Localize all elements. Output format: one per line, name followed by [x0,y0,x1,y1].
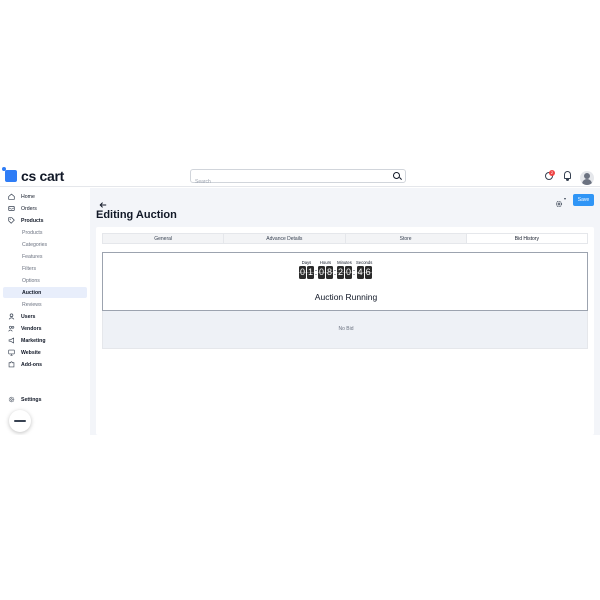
sidebar-item-label: Orders [21,205,37,212]
page-title: Editing Auction [96,209,177,221]
tag-icon [8,217,15,224]
sidebar-item-label: Users [21,313,36,320]
sidebar-subitem-filters[interactable]: Filters [3,263,87,274]
sidebar-item-label: Home [21,193,35,200]
sidebar-item-home[interactable]: Home [3,191,87,202]
countdown-digit: 6 [364,266,372,279]
countdown-digit: 2 [337,266,344,279]
sidebar-subitem-products[interactable]: Products [3,227,87,238]
countdown-timer: Days 0 1 : Hours 0 8 : Minutes 2 0: Sec… [299,259,372,279]
sidebar-subitem-categories[interactable]: Categories [3,239,87,250]
tab-store[interactable]: Store [346,234,467,243]
orders-icon [8,205,15,212]
sidebar-item-label: Settings [21,396,42,403]
countdown-digit: 4 [356,266,364,279]
no-bid-message: No Bid [338,326,354,332]
sidebar-subitem-reviews[interactable]: Reviews [3,299,87,310]
sidebar-subitem-auction[interactable]: Auction [3,287,87,298]
countdown-digit: 0 [299,266,306,279]
home-icon [8,193,15,200]
search-icon[interactable] [393,172,400,179]
countdown-unit-label: Days [301,260,312,265]
back-arrow-icon[interactable] [99,196,107,208]
sidebar-item-label: Products [21,217,44,224]
tab-bid-history[interactable]: Bid History [466,234,587,243]
search-box [190,169,406,188]
sidebar-item-addons[interactable]: Add-ons [3,359,87,370]
caret-down-icon [563,198,566,200]
countdown-digit: 1 [307,266,314,279]
sidebar-subitem-options[interactable]: Options [3,275,87,286]
sidebar-item-label: Add-ons [21,361,43,368]
countdown-seconds: Seconds 4 6 [356,259,372,279]
search-input[interactable] [191,176,381,188]
bid-history-list: No Bid [102,311,588,349]
main-content: Editing Auction Save General Advance Det… [90,188,600,435]
gear-icon [555,195,563,208]
countdown-days: Days 0 1 [299,259,314,279]
sidebar-item-vendors[interactable]: Vendors [3,323,87,334]
sidebar-item-label: Vendors [21,325,42,332]
sidebar-item-label: Website [21,349,41,356]
sidebar-subitem-features[interactable]: Features [3,251,87,262]
notification-badge: 2 [549,170,555,176]
countdown-digit: 8 [326,266,333,279]
sidebar-item-products[interactable]: Products [3,215,87,226]
save-button[interactable]: Save [573,194,594,206]
avatar[interactable] [580,171,594,185]
gear-icon [8,396,15,403]
auction-status: Auction Running [314,292,378,302]
content-card: General Advance Details Store Bid Histor… [96,227,594,435]
chat-widget-button[interactable] [9,410,31,432]
countdown-unit-label: Minutes [337,260,352,265]
logo-text: cs cart [21,168,65,184]
vendors-icon [8,325,15,332]
bell-icon[interactable] [564,171,571,181]
sidebar: Home Orders Products Products Categories… [0,188,90,435]
app-window: cs cart 2 Home Orders Products Products … [0,165,600,435]
top-bar: cs cart 2 [0,165,600,188]
countdown-hours: Hours 0 8 [318,259,333,279]
countdown-digit: 0 [345,266,352,279]
countdown-digit: 0 [318,266,325,279]
settings-dropdown-button[interactable] [550,193,570,208]
countdown-minutes: Minutes 2 0 [337,259,352,279]
tab-advance-details[interactable]: Advance Details [224,234,346,243]
monitor-icon [8,349,15,356]
countdown-unit-label: Hours [319,260,332,265]
megaphone-icon [8,337,15,344]
puzzle-icon [8,361,15,368]
countdown-unit-label: Seconds [356,260,373,265]
logo-mark-icon [2,167,17,182]
users-icon [8,313,15,320]
tab-general[interactable]: General [103,234,225,243]
logo[interactable]: cs cart [2,167,65,184]
sidebar-item-website[interactable]: Website [3,347,87,358]
tab-bar: General Advance Details Store Bid Histor… [102,233,588,244]
sidebar-item-users[interactable]: Users [3,311,87,322]
sidebar-item-settings[interactable]: Settings [3,394,87,405]
countdown-panel: Days 0 1 : Hours 0 8 : Minutes 2 0: Sec… [102,252,588,311]
sidebar-item-marketing[interactable]: Marketing [3,335,87,346]
sidebar-item-orders[interactable]: Orders [3,203,87,214]
sidebar-item-label: Marketing [21,337,46,344]
